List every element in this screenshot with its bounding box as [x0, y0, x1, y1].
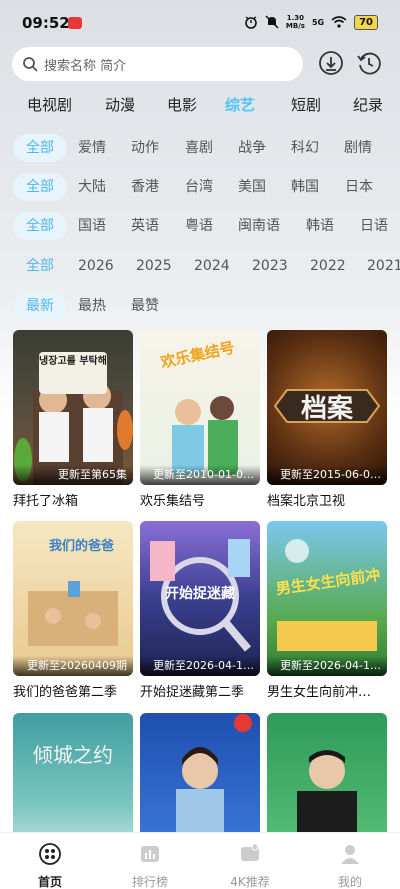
show-title[interactable]: 欢乐集结号 — [140, 490, 262, 509]
show-title[interactable]: 拜托了冰箱 — [13, 490, 135, 509]
language-filter-row: 全部 国语 英语 粤语 闽南语 韩语 日语 — [0, 212, 400, 240]
status-icons: 1.30 MB/s 5G 70 — [244, 14, 378, 30]
ranking-icon — [141, 846, 159, 862]
genre-chip[interactable]: 剧情 — [344, 134, 372, 162]
network-speed: 1.30 MB/s — [285, 14, 305, 30]
year-chip[interactable]: 全部 — [13, 252, 67, 280]
tab-anime[interactable]: 动漫 — [105, 94, 135, 115]
region-chip[interactable]: 韩国 — [291, 173, 319, 201]
genre-chip[interactable]: 喜剧 — [185, 134, 213, 162]
search-placeholder: 搜索名称 简介 — [44, 58, 127, 74]
language-chip[interactable]: 英语 — [131, 212, 159, 240]
nav-ranking[interactable]: 排行榜 — [110, 843, 190, 889]
app-notification-icon — [68, 17, 82, 29]
poster-title-text: 我们的爸爸 — [49, 539, 115, 554]
sort-chip[interactable]: 最热 — [78, 292, 106, 320]
search-input[interactable]: 搜索名称 简介 — [12, 47, 303, 81]
language-chip[interactable]: 全部 — [13, 212, 67, 240]
show-title[interactable]: 档案北京卫视 — [267, 490, 389, 509]
battery-indicator: 70 — [354, 14, 378, 30]
tab-tv-series[interactable]: 电视剧 — [27, 94, 72, 115]
year-chip[interactable]: 2024 — [194, 252, 230, 280]
poster-image[interactable]: 档案 更新至2015-06-0… — [267, 330, 387, 485]
nav-profile[interactable]: 我的 — [310, 843, 390, 889]
update-badge: 更新至20260409期 — [13, 656, 133, 676]
update-badge: 更新至2026-04-1… — [267, 656, 387, 676]
show-title[interactable]: 男生女生向前冲… — [267, 681, 389, 700]
update-badge: 更新至2010-01-0… — [140, 465, 260, 485]
region-chip[interactable]: 台湾 — [185, 173, 213, 201]
poster-image[interactable]: 开始捉迷藏 更新至2026-04-1… — [140, 521, 260, 676]
search-icon — [23, 57, 38, 72]
tab-movie[interactable]: 电影 — [167, 94, 197, 115]
year-chip[interactable]: 2023 — [252, 252, 288, 280]
language-chip[interactable]: 国语 — [78, 212, 106, 240]
network-type: 5G — [311, 17, 325, 27]
language-chip[interactable]: 闽南语 — [238, 212, 280, 240]
poster-title-text: 냉장고를 부탁해 — [39, 352, 107, 394]
poster-title-text: 开始捉迷藏 — [165, 586, 235, 602]
nav-home[interactable]: 首页 — [10, 843, 90, 889]
show-title[interactable]: 开始捉迷藏第二季 — [140, 681, 262, 700]
sort-filter-row: 最新 最热 最赞 — [0, 292, 400, 320]
genre-chip[interactable]: 战争 — [238, 134, 266, 162]
nav-4k[interactable]: 4K推荐 — [210, 843, 290, 889]
update-badge: 更新至2015-06-0… — [267, 465, 387, 485]
year-filter-row: 全部 2026 2025 2024 2023 2022 2021 — [0, 252, 400, 280]
poster-title-text: 档案 — [300, 394, 353, 424]
region-chip[interactable]: 日本 — [345, 173, 373, 201]
tab-short-drama[interactable]: 短剧 — [291, 94, 321, 115]
4k-icon — [241, 843, 259, 861]
poster-image[interactable]: 欢乐集结号 更新至2010-01-0… — [140, 330, 260, 485]
region-chip[interactable]: 香港 — [131, 173, 159, 201]
genre-chip[interactable]: 全部 — [13, 134, 67, 162]
poster-title-text: 倾城之约 — [33, 743, 113, 767]
status-time: 09:52 — [22, 14, 70, 32]
region-chip[interactable]: 美国 — [238, 173, 266, 201]
show-title[interactable]: 我们的爸爸第二季 — [13, 681, 135, 700]
tab-variety[interactable]: 综艺 — [225, 94, 255, 115]
bottom-navigation: 首页 排行榜 4K推荐 我的 — [0, 832, 400, 889]
genre-filter-row: 全部 爱情 动作 喜剧 战争 科幻 剧情 — [0, 134, 400, 162]
history-icon[interactable] — [356, 50, 382, 76]
poster-image[interactable]: 냉장고를 부탁해 更新至第65集 — [13, 330, 133, 485]
genre-chip[interactable]: 动作 — [131, 134, 159, 162]
year-chip[interactable]: 2026 — [78, 252, 114, 280]
status-bar: 09:52 1.30 MB/s 5G 70 — [0, 0, 400, 46]
genre-chip[interactable]: 科幻 — [291, 134, 319, 162]
mute-bell-icon — [265, 15, 279, 29]
year-chip[interactable]: 2021 — [367, 252, 400, 280]
tab-documentary[interactable]: 纪录 — [353, 94, 383, 115]
profile-icon — [341, 845, 359, 864]
language-chip[interactable]: 韩语 — [306, 212, 334, 240]
year-chip[interactable]: 2025 — [136, 252, 172, 280]
region-chip[interactable]: 大陆 — [78, 173, 106, 201]
year-chip[interactable]: 2022 — [310, 252, 346, 280]
sort-chip[interactable]: 最赞 — [131, 292, 159, 320]
genre-chip[interactable]: 爱情 — [78, 134, 106, 162]
wifi-icon — [331, 16, 347, 28]
home-icon — [39, 843, 61, 865]
language-chip[interactable]: 粤语 — [185, 212, 213, 240]
poster-art — [277, 539, 377, 651]
category-tabs: 电视剧 动漫 电影 综艺 短剧 纪录 — [0, 94, 400, 116]
update-badge: 更新至2026-04-1… — [140, 656, 260, 676]
language-chip[interactable]: 日语 — [360, 212, 388, 240]
update-badge: 更新至第65集 — [13, 465, 133, 485]
alarm-icon — [245, 16, 257, 29]
poster-image[interactable]: 我们的爸爸 更新至20260409期 — [13, 521, 133, 676]
region-filter-row: 全部 大陆 香港 台湾 美国 韩国 日本 — [0, 173, 400, 201]
poster-image[interactable]: 男生女生向前冲 更新至2026-04-1… — [267, 521, 387, 676]
home-indicator — [0, 884, 400, 889]
download-icon[interactable] — [318, 50, 344, 76]
sort-chip[interactable]: 最新 — [13, 292, 67, 320]
region-chip[interactable]: 全部 — [13, 173, 67, 201]
